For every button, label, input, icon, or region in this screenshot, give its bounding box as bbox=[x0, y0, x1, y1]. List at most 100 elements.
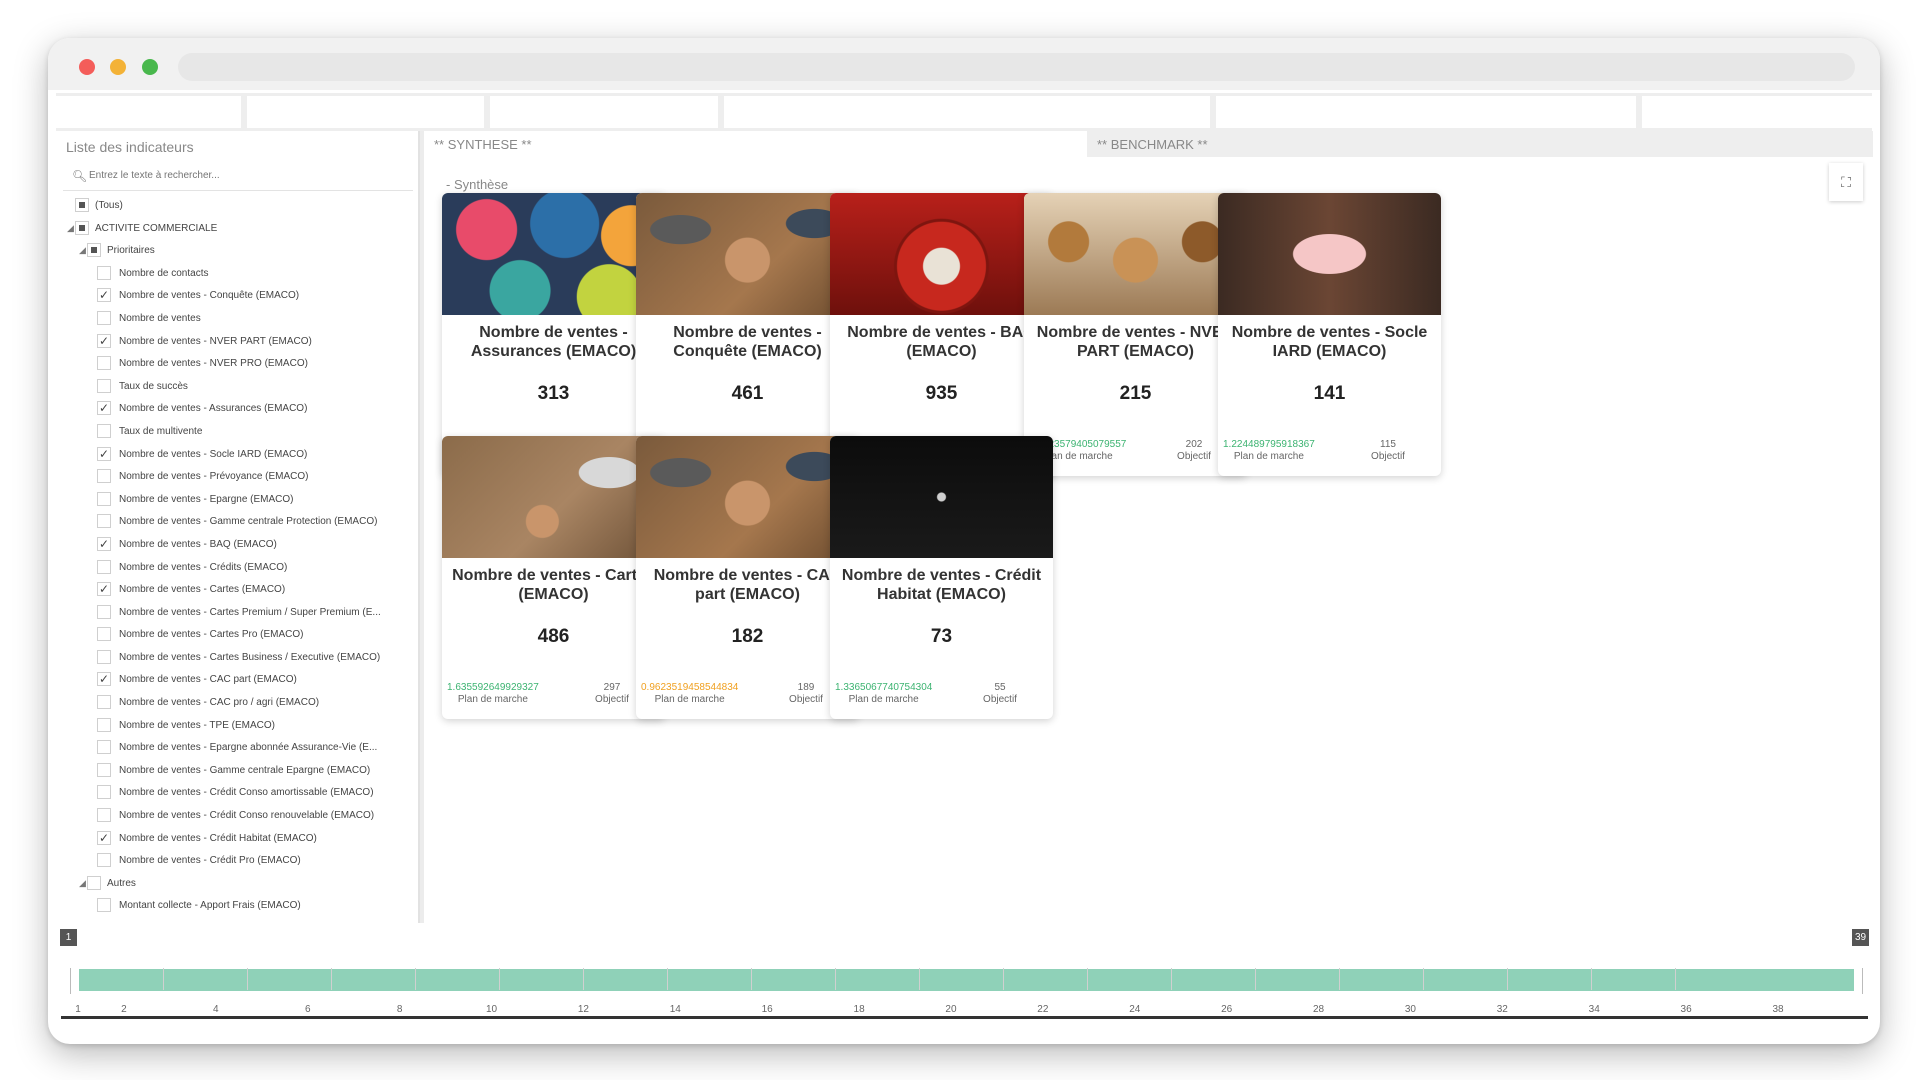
timeline-scrollbar[interactable] bbox=[61, 1016, 1868, 1019]
address-bar[interactable] bbox=[178, 53, 1855, 81]
tree-checkbox[interactable] bbox=[97, 627, 111, 642]
kpi-card[interactable]: Nombre de ventes - Crédit Habitat (EMACO… bbox=[830, 436, 1053, 719]
tree-checkbox[interactable] bbox=[97, 604, 111, 619]
tree-checkbox[interactable] bbox=[97, 785, 111, 800]
tree-checkbox[interactable] bbox=[97, 469, 111, 484]
kpi-card[interactable]: Nombre de ventes - Socle IARD (EMACO) 141… bbox=[1218, 193, 1441, 476]
kpi-card[interactable]: Nombre de ventes - Conquête (EMACO)4611.… bbox=[636, 193, 859, 476]
tree-checkbox[interactable]: ✓ bbox=[97, 446, 111, 461]
expand-toggle-icon[interactable]: ◢ bbox=[67, 223, 74, 234]
tree-item[interactable]: Taux de multivente bbox=[57, 421, 418, 444]
tree-item[interactable]: Nombre de ventes - CAC pro / agri (EMACO… bbox=[57, 692, 418, 715]
timeline-tick-label: 4 bbox=[213, 1004, 219, 1015]
tree-checkbox[interactable] bbox=[97, 740, 111, 755]
tree-checkbox[interactable] bbox=[97, 559, 111, 574]
kpi-card[interactable]: Nombre de ventes - Cartes (EMACO) 486 1.63… bbox=[442, 436, 665, 719]
tree-checkbox[interactable] bbox=[87, 243, 101, 258]
indicator-list-title: Liste des indicateurs bbox=[66, 139, 194, 155]
tree-item[interactable]: Nombre de ventes - Epargne abonnée Assur… bbox=[57, 737, 418, 760]
maximize-window-button[interactable] bbox=[142, 59, 158, 75]
tree-checkbox[interactable] bbox=[97, 649, 111, 664]
timeline-end-handle[interactable]: 39 bbox=[1852, 929, 1869, 946]
tree-item[interactable]: Nombre de ventes - Gamme centrale Protec… bbox=[57, 511, 418, 534]
section-title: - Synthèse bbox=[446, 177, 509, 192]
tree-item[interactable]: Nombre de ventes - TPE (EMACO) bbox=[57, 715, 418, 738]
tree-item[interactable]: Nombre de ventes - Cartes Premium / Supe… bbox=[57, 602, 418, 625]
tree-checkbox[interactable]: ✓ bbox=[97, 333, 111, 348]
tree-item[interactable]: Nombre de ventes - Cartes Business / Exe… bbox=[57, 647, 418, 670]
tree-item[interactable]: Taux de succès bbox=[57, 376, 418, 399]
kpi-card[interactable]: Nombre de ventes - CAC part (EMACO) 182 0.… bbox=[636, 436, 859, 719]
tree-checkbox[interactable] bbox=[97, 265, 111, 280]
tree-item[interactable]: ◢ ACTIVITE COMMERCIALE bbox=[57, 218, 418, 241]
tree-item[interactable]: Nombre de ventes - Crédit Conso renouvel… bbox=[57, 805, 418, 828]
tree-item[interactable]: Nombre de ventes - NVER PRO (EMACO) bbox=[57, 353, 418, 376]
tree-checkbox[interactable]: ✓ bbox=[97, 672, 111, 687]
tab-benchmark[interactable]: ** BENCHMARK ** bbox=[1087, 131, 1873, 157]
tree-checkbox[interactable] bbox=[97, 762, 111, 777]
tree-item[interactable]: Nombre de ventes - Crédit Conso amortiss… bbox=[57, 782, 418, 805]
tree-checkbox[interactable] bbox=[97, 717, 111, 732]
tree-item[interactable]: Nombre de ventes bbox=[57, 308, 418, 331]
minimize-window-button[interactable] bbox=[110, 59, 126, 75]
timeline-start-handle[interactable]: 1 bbox=[60, 929, 77, 946]
filter-slot-6[interactable] bbox=[1642, 96, 1872, 128]
tree-checkbox[interactable]: ✓ bbox=[97, 288, 111, 303]
tree-checkbox[interactable] bbox=[97, 356, 111, 371]
expand-icon[interactable]: ⛶ bbox=[1829, 163, 1863, 201]
tree-item[interactable]: ✓ Nombre de ventes - Assurances (EMACO) bbox=[57, 398, 418, 421]
tree-checkbox[interactable] bbox=[97, 491, 111, 506]
objective-label: Objectif bbox=[1371, 451, 1405, 462]
tree-checkbox[interactable]: ✓ bbox=[97, 536, 111, 551]
tree-item[interactable]: Nombre de ventes - Gamme centrale Epargn… bbox=[57, 760, 418, 783]
tree-item[interactable]: Nombre de ventes - Epargne (EMACO) bbox=[57, 489, 418, 512]
tree-checkbox[interactable] bbox=[97, 423, 111, 438]
search-input[interactable] bbox=[89, 170, 389, 181]
filter-slot-1[interactable] bbox=[56, 96, 241, 128]
timeline-slider[interactable]: 1 39 1 2 4 6 8 10 12 14 16 18 20 22 24 26 28 30 32 34 36 38 bbox=[56, 924, 1873, 1020]
tree-checkbox[interactable] bbox=[97, 310, 111, 325]
tree-item[interactable]: ✓ Nombre de ventes - NVER PART (EMACO) bbox=[57, 331, 418, 354]
tab-synthese[interactable]: ** SYNTHESE ** bbox=[424, 131, 1087, 157]
kpi-card[interactable]: Nombre de ventes - NVER PART (EMACO) 215 1… bbox=[1024, 193, 1247, 476]
tree-checkbox[interactable] bbox=[97, 695, 111, 710]
tree-checkbox[interactable]: ✓ bbox=[97, 830, 111, 845]
tree-item[interactable]: ◢ Prioritaires bbox=[57, 240, 418, 263]
kpi-card[interactable]: Nombre de ventes - Assurances (EMACO) 313… bbox=[442, 193, 665, 476]
filter-slot-2[interactable] bbox=[247, 96, 484, 128]
tree-checkbox[interactable] bbox=[97, 898, 111, 913]
plan-label: Plan de marche bbox=[457, 694, 528, 705]
tree-item[interactable]: Nombre de ventes - Crédits (EMACO) bbox=[57, 557, 418, 580]
tree-item[interactable]: ✓ Nombre de ventes - Conquête (EMACO) bbox=[57, 285, 418, 308]
tree-checkbox[interactable] bbox=[75, 198, 89, 212]
tree-item[interactable]: ✓ Nombre de ventes - Socle IARD (EMACO) bbox=[57, 444, 418, 467]
kpi-card[interactable]: Nombre de ventes - BAQ (EMACO)9351.55346… bbox=[830, 193, 1053, 476]
timeline-track[interactable] bbox=[70, 968, 1863, 994]
tree-item[interactable]: ✓ Nombre de ventes - Cartes (EMACO) bbox=[57, 579, 418, 602]
tree-item[interactable]: Nombre de ventes - Prévoyance (EMACO) bbox=[57, 466, 418, 489]
expand-toggle-icon[interactable]: ◢ bbox=[79, 878, 86, 889]
filter-slot-5[interactable] bbox=[1216, 96, 1636, 128]
tree-checkbox[interactable]: ✓ bbox=[97, 582, 111, 597]
tree-item[interactable]: ◢ Autres bbox=[57, 873, 418, 896]
tree-checkbox[interactable] bbox=[97, 378, 111, 393]
tree-item-label: Nombre de ventes - Gamme centrale Protec… bbox=[119, 516, 378, 528]
tree-checkbox[interactable] bbox=[87, 875, 101, 890]
tree-item[interactable]: ✓ Nombre de ventes - BAQ (EMACO) bbox=[57, 534, 418, 557]
filter-slot-4[interactable] bbox=[724, 96, 1210, 128]
tree-item[interactable]: Nombre de ventes - Crédit Pro (EMACO) bbox=[57, 850, 418, 873]
tree-item[interactable]: ✓ Nombre de ventes - CAC part (EMACO) bbox=[57, 669, 418, 692]
tree-item[interactable]: ✓ Nombre de ventes - Crédit Habitat (EMAC… bbox=[57, 828, 418, 851]
tree-checkbox[interactable] bbox=[97, 514, 111, 529]
tree-item[interactable]: (Tous) bbox=[57, 195, 418, 218]
tree-checkbox[interactable]: ✓ bbox=[97, 401, 111, 416]
tree-item[interactable]: Nombre de contacts bbox=[57, 263, 418, 286]
expand-toggle-icon[interactable]: ◢ bbox=[79, 245, 86, 256]
tree-checkbox[interactable] bbox=[97, 853, 111, 868]
tree-checkbox[interactable] bbox=[75, 220, 89, 235]
close-window-button[interactable] bbox=[79, 59, 95, 75]
filter-slot-3[interactable] bbox=[490, 96, 718, 128]
tree-item[interactable]: Montant collecte - Apport Frais (EMACO) bbox=[57, 895, 418, 918]
tree-item[interactable]: Nombre de ventes - Cartes Pro (EMACO) bbox=[57, 624, 418, 647]
tree-checkbox[interactable] bbox=[97, 808, 111, 823]
